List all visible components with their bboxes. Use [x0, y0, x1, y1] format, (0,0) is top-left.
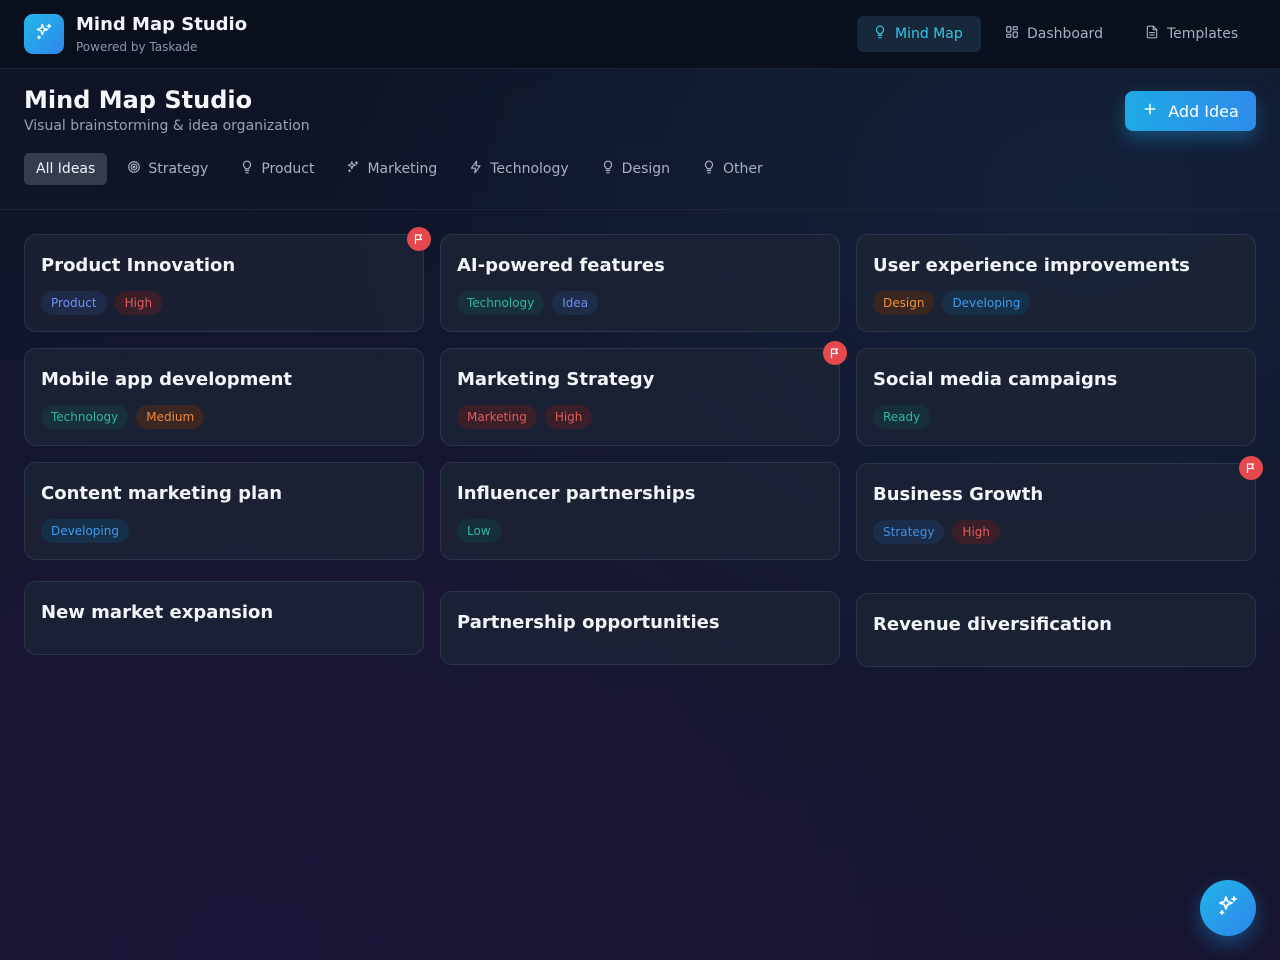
idea-card[interactable]: Influencer partnerships Low: [440, 462, 840, 560]
grid-icon: [1005, 25, 1019, 43]
filter-label: Technology: [490, 161, 569, 177]
target-icon: [127, 160, 141, 178]
filter-label: Design: [621, 161, 671, 177]
sparkles-icon: [346, 160, 360, 178]
filter-other[interactable]: Other: [690, 153, 775, 185]
nav-templates[interactable]: Templates: [1129, 16, 1254, 52]
idea-card[interactable]: Partnership opportunities: [440, 591, 840, 665]
idea-title: Content marketing plan: [41, 483, 283, 504]
sparkles-icon: [1216, 894, 1240, 922]
idea-title: Business Growth: [873, 484, 1044, 505]
ai-assist-button[interactable]: [1200, 880, 1256, 936]
filter-marketing[interactable]: Marketing: [334, 153, 449, 185]
nav-label: Templates: [1167, 26, 1239, 42]
idea-card[interactable]: Product Innovation Product High: [24, 234, 424, 332]
lightbulb-icon: [873, 25, 887, 43]
nav-mind-map[interactable]: Mind Map: [857, 16, 981, 52]
tag-badge: Ready: [873, 405, 931, 429]
filter-label: Strategy: [148, 161, 209, 177]
idea-card[interactable]: Mobile app development Technology Medium: [24, 348, 424, 446]
idea-tags: Ready: [873, 405, 931, 429]
idea-card[interactable]: Revenue diversification: [856, 593, 1256, 667]
idea-title: Social media campaigns: [873, 369, 1118, 390]
tag-badge: Developing: [41, 519, 129, 543]
app-title: Mind Map Studio: [76, 14, 248, 35]
tag-badge: High: [114, 291, 163, 315]
idea-title: Revenue diversification: [873, 614, 1112, 635]
tag-badge: Strategy: [873, 520, 945, 544]
tag-badge: Technology: [457, 291, 545, 315]
tag-badge: Technology: [41, 405, 129, 429]
tag-badge: Developing: [942, 291, 1031, 315]
idea-title: Partnership opportunities: [457, 612, 720, 633]
flag-icon[interactable]: [1239, 456, 1263, 480]
sparkles-icon: [34, 22, 54, 46]
app-subtitle: Powered by Taskade: [76, 40, 198, 54]
idea-tags: Technology Medium: [41, 405, 205, 429]
filter-product[interactable]: Product: [228, 153, 326, 185]
flag-icon[interactable]: [407, 227, 431, 251]
category-filters: All Ideas Strategy Product Marketing Tec…: [24, 153, 783, 185]
tag-badge: Product: [41, 291, 107, 315]
idea-card[interactable]: Social media campaigns Ready: [856, 348, 1256, 446]
nav-label: Mind Map: [895, 26, 963, 42]
filter-all-ideas[interactable]: All Ideas: [24, 153, 108, 185]
tag-badge: Medium: [136, 405, 205, 429]
idea-title: Influencer partnerships: [457, 483, 696, 504]
add-idea-label: Add Idea: [1168, 101, 1239, 121]
document-icon: [1145, 25, 1159, 43]
idea-title: New market expansion: [41, 602, 274, 623]
tag-badge: High: [952, 520, 1001, 544]
nav-label: Dashboard: [1027, 26, 1103, 42]
tag-badge: Low: [457, 519, 501, 543]
page-title: Mind Map Studio: [24, 86, 253, 114]
tag-badge: High: [544, 405, 593, 429]
lightbulb-icon: [601, 160, 615, 178]
idea-title: AI-powered features: [457, 255, 665, 276]
tag-badge: Design: [873, 291, 935, 315]
idea-card[interactable]: Marketing Strategy Marketing High: [440, 348, 840, 446]
idea-title: Mobile app development: [41, 369, 292, 390]
idea-tags: Design Developing: [873, 291, 1031, 315]
idea-card[interactable]: AI-powered features Technology Idea: [440, 234, 840, 332]
lightbulb-icon: [240, 160, 254, 178]
flag-icon[interactable]: [823, 341, 847, 365]
filter-design[interactable]: Design: [589, 153, 682, 185]
lightning-icon: [469, 160, 483, 178]
idea-tags: Product High: [41, 291, 163, 315]
idea-tags: Low: [457, 519, 501, 543]
idea-card[interactable]: User experience improvements Design Deve…: [856, 234, 1256, 332]
idea-tags: Strategy High: [873, 520, 1001, 544]
tag-badge: Marketing: [457, 405, 537, 429]
plus-icon: [1142, 101, 1158, 121]
idea-title: User experience improvements: [873, 255, 1190, 276]
add-idea-button[interactable]: Add Idea: [1125, 91, 1256, 131]
top-bar: Mind Map Studio Powered by Taskade Mind …: [0, 0, 1280, 69]
filter-label: Other: [723, 161, 763, 177]
idea-card[interactable]: Content marketing plan Developing: [24, 462, 424, 560]
header-divider: [0, 209, 1280, 210]
page-subtitle: Visual brainstorming & idea organization: [24, 118, 310, 134]
idea-title: Marketing Strategy: [457, 369, 655, 390]
nav-dashboard[interactable]: Dashboard: [989, 16, 1119, 52]
tag-badge: Idea: [552, 291, 599, 315]
filter-label: Product: [261, 161, 315, 177]
idea-tags: Marketing High: [457, 405, 593, 429]
app-logo[interactable]: [24, 14, 64, 54]
lightbulb-icon: [702, 160, 716, 178]
idea-title: Product Innovation: [41, 255, 236, 276]
filter-label: All Ideas: [36, 161, 96, 177]
idea-tags: Technology Idea: [457, 291, 599, 315]
filter-technology[interactable]: Technology: [457, 153, 580, 185]
filter-label: Marketing: [367, 161, 438, 177]
idea-tags: Developing: [41, 519, 129, 543]
filter-strategy[interactable]: Strategy: [115, 153, 220, 185]
idea-card[interactable]: Business Growth Strategy High: [856, 463, 1256, 561]
idea-card[interactable]: New market expansion: [24, 581, 424, 655]
